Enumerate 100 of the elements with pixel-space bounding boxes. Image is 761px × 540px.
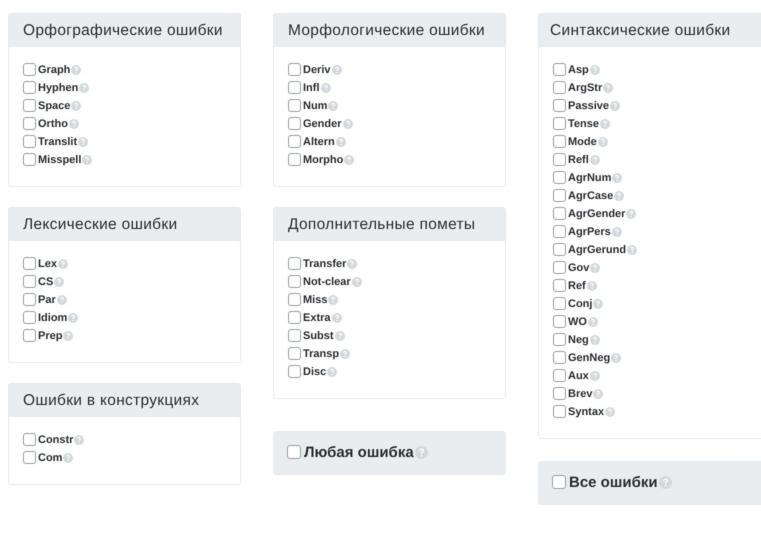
checkbox-label[interactable]: Transp (303, 348, 340, 360)
checkbox-label[interactable]: Idiom (38, 312, 68, 324)
checkbox-label[interactable]: Altern (303, 136, 335, 148)
checkbox-label[interactable]: Misspell (38, 154, 82, 166)
checkbox-label[interactable]: Lex (38, 258, 57, 270)
help-icon[interactable] (63, 330, 74, 340)
checkbox-label[interactable]: Neg (568, 334, 589, 346)
checkbox[interactable] (288, 275, 301, 288)
checkbox-label[interactable]: AgrNum (568, 172, 612, 184)
help-icon[interactable] (612, 172, 622, 182)
checkbox-label[interactable]: Extra (303, 312, 331, 324)
checkbox-label[interactable]: Ortho (38, 118, 68, 130)
help-icon[interactable] (610, 100, 620, 110)
checkbox-label[interactable]: Tense (568, 118, 599, 130)
checkbox[interactable] (553, 279, 566, 292)
checkbox[interactable] (288, 293, 301, 306)
help-icon[interactable] (56, 294, 67, 304)
help-icon[interactable] (342, 118, 353, 128)
checkbox[interactable] (553, 405, 566, 418)
checkbox-label[interactable]: Passive (568, 100, 609, 112)
help-icon[interactable] (590, 262, 600, 272)
help-icon[interactable] (626, 208, 636, 218)
help-icon[interactable] (63, 452, 74, 462)
checkbox-label[interactable]: Mode (568, 136, 597, 148)
checkbox-label[interactable]: AgrPers (568, 226, 611, 238)
checkbox[interactable] (553, 135, 566, 148)
checkbox[interactable] (23, 117, 36, 130)
checkbox[interactable] (23, 257, 36, 270)
help-icon[interactable] (586, 280, 597, 290)
checkbox[interactable] (288, 117, 301, 130)
checkbox[interactable] (553, 171, 566, 184)
checkbox-label[interactable]: Not-clear (303, 276, 351, 288)
help-icon[interactable] (344, 154, 354, 164)
checkbox-label[interactable]: Brev (568, 388, 592, 400)
checkbox-label[interactable]: Gov (568, 262, 590, 274)
help-icon[interactable] (603, 82, 614, 92)
help-icon[interactable] (590, 154, 600, 164)
checkbox-label[interactable]: CS (38, 276, 54, 288)
checkbox[interactable] (288, 153, 301, 166)
checkbox[interactable] (553, 387, 566, 400)
checkbox-label[interactable]: Par (38, 294, 56, 306)
checkbox[interactable] (23, 311, 36, 324)
checkbox[interactable] (553, 99, 566, 112)
checkbox[interactable] (288, 257, 301, 270)
help-icon[interactable] (590, 370, 600, 380)
checkbox-label[interactable]: Infl (303, 82, 320, 94)
checkbox[interactable] (23, 329, 36, 342)
help-icon[interactable] (414, 446, 428, 458)
checkbox[interactable] (23, 135, 36, 148)
help-icon[interactable] (54, 276, 64, 286)
checkbox-label[interactable]: Subst (303, 330, 334, 342)
checkbox-label[interactable]: WO (568, 316, 587, 328)
checkbox-label[interactable]: Disc (303, 366, 326, 378)
checkbox[interactable] (288, 311, 301, 324)
checkbox[interactable] (553, 153, 566, 166)
help-icon[interactable] (352, 276, 362, 286)
checkbox-label[interactable]: AgrGender (568, 208, 626, 220)
checkbox[interactable] (553, 297, 566, 310)
help-icon[interactable] (78, 136, 88, 146)
checkbox-label[interactable]: Space (38, 100, 70, 112)
help-icon[interactable] (336, 136, 346, 146)
help-icon[interactable] (611, 352, 622, 362)
checkbox-label[interactable]: Ref (568, 280, 586, 292)
help-icon[interactable] (332, 312, 342, 322)
checkbox[interactable] (288, 63, 301, 76)
checkbox[interactable] (553, 261, 566, 274)
checkbox[interactable] (288, 81, 301, 94)
checkbox-label[interactable]: Com (38, 452, 62, 464)
help-icon[interactable] (605, 406, 616, 416)
checkbox[interactable] (288, 347, 301, 360)
checkbox-label[interactable]: Translit (38, 136, 78, 148)
help-icon[interactable] (340, 348, 350, 358)
help-icon[interactable] (627, 244, 638, 254)
checkbox[interactable] (288, 365, 301, 378)
checkbox[interactable] (553, 333, 566, 346)
checkbox[interactable] (553, 63, 566, 76)
checkbox[interactable] (288, 135, 301, 148)
checkbox[interactable] (23, 99, 36, 112)
help-icon[interactable] (68, 312, 78, 322)
help-icon[interactable] (79, 82, 90, 92)
help-icon[interactable] (600, 118, 610, 128)
checkbox-label[interactable]: Transfer (303, 258, 346, 270)
help-icon[interactable] (334, 330, 345, 340)
checkbox[interactable] (23, 81, 36, 94)
help-icon[interactable] (328, 100, 338, 110)
help-icon[interactable] (74, 434, 84, 444)
checkbox-label[interactable]: Все ошибки (569, 474, 658, 490)
checkbox-label[interactable]: GenNeg (568, 352, 610, 364)
checkbox[interactable] (23, 433, 36, 446)
checkbox[interactable] (287, 445, 301, 459)
checkbox-label[interactable]: Constr (38, 434, 74, 446)
checkbox-label[interactable]: AgrGerund (568, 244, 626, 256)
help-icon[interactable] (328, 294, 338, 304)
checkbox-label[interactable]: AgrCase (568, 190, 614, 202)
help-icon[interactable] (327, 366, 338, 376)
checkbox[interactable] (553, 315, 566, 328)
checkbox[interactable] (552, 475, 566, 489)
help-icon[interactable] (320, 82, 330, 92)
help-icon[interactable] (68, 118, 79, 128)
help-icon[interactable] (588, 316, 598, 326)
